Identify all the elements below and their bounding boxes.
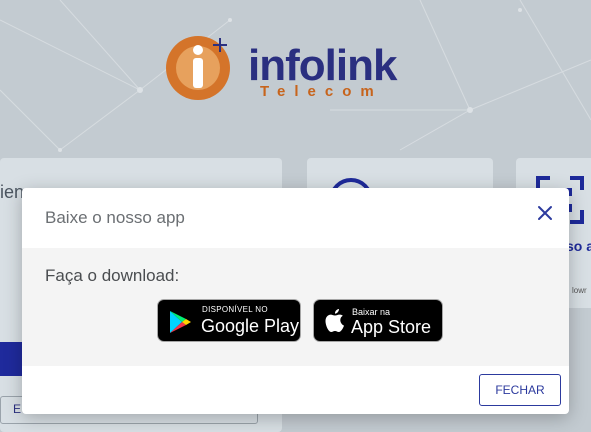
logo-tagline: Telecom [260,83,383,100]
app-store-button[interactable]: Baixar na App Store [313,299,443,342]
infolink-logo: infolink Telecom [162,32,432,104]
modal-subtitle: Faça o download: [45,266,180,285]
modal-header: Baixe o nosso app [22,188,569,248]
app-store-small-text: Baixar na [352,307,391,317]
app-store-big-text: App Store [351,317,432,337]
google-play-small-text: DISPONÍVEL NO [202,305,268,314]
logo-name: infolink [248,41,397,90]
background-outline-button-text: E [13,402,22,416]
background-card-left-text: ien [0,182,25,202]
logo-emblem-icon [166,36,230,100]
modal-title: Baixe o nosso app [45,208,185,227]
download-app-modal: Baixe o nosso app Faça o download: DISPO… [22,188,569,414]
background-card-right-text: lowr [572,286,587,295]
modal-body: Faça o download: DISPONÍVEL NO Google Pl… [22,248,569,366]
apple-icon [325,309,344,332]
background-blue-button [0,342,24,376]
close-icon[interactable] [534,202,556,224]
modal-footer: FECHAR [22,366,569,414]
google-play-button[interactable]: DISPONÍVEL NO Google Play [157,299,301,342]
google-play-icon [170,311,191,333]
background-card-right-title: so a [566,238,591,254]
close-button[interactable]: FECHAR [479,374,561,406]
google-play-big-text: Google Play [201,316,300,336]
